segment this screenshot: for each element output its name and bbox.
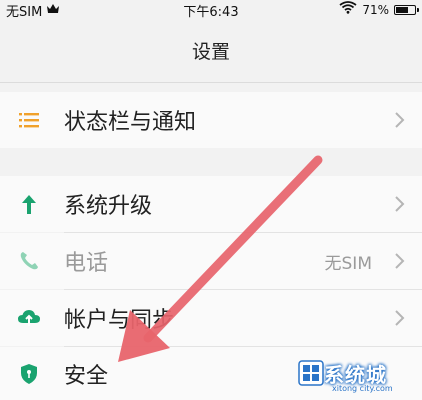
sim-status-value: 无SIM — [324, 253, 372, 274]
settings-item-label: 状态栏与通知 — [64, 110, 197, 135]
status-bar: 无SIM 下午6:43 71% — [0, 0, 422, 20]
phone-icon — [16, 248, 42, 274]
settings-item-status-bar-notifications[interactable]: 状态栏与通知 — [0, 92, 422, 148]
chevron-right-icon — [392, 110, 408, 130]
chevron-right-icon — [392, 194, 408, 214]
settings-item-label: 帐户与同步 — [64, 308, 175, 333]
windows-logo-icon — [298, 360, 324, 390]
arrow-up-icon — [16, 191, 42, 217]
wifi-icon — [339, 1, 357, 18]
settings-item-label: 系统升级 — [64, 194, 153, 219]
settings-item-system-update[interactable]: 系统升级 — [0, 176, 422, 232]
cloud-sync-icon — [16, 305, 42, 331]
page-title-bar: 设置 — [0, 18, 422, 83]
page-title: 设置 — [191, 40, 230, 63]
settings-item-accounts-sync[interactable]: 帐户与同步 — [0, 290, 422, 346]
list-icon — [16, 107, 42, 133]
chevron-right-icon — [392, 251, 408, 271]
shield-icon — [16, 361, 42, 387]
battery-percent: 71% — [362, 2, 389, 17]
settings-item-label: 电话 — [64, 251, 109, 276]
settings-item-phone[interactable]: 电话 无SIM — [0, 233, 422, 289]
settings-item-label: 安全 — [64, 363, 109, 389]
watermark-subtext: xitong city.com — [332, 384, 393, 393]
watermark-logo: 系统城 xitong city.com — [296, 356, 414, 396]
battery-icon — [394, 4, 419, 15]
chevron-right-icon — [392, 308, 408, 328]
